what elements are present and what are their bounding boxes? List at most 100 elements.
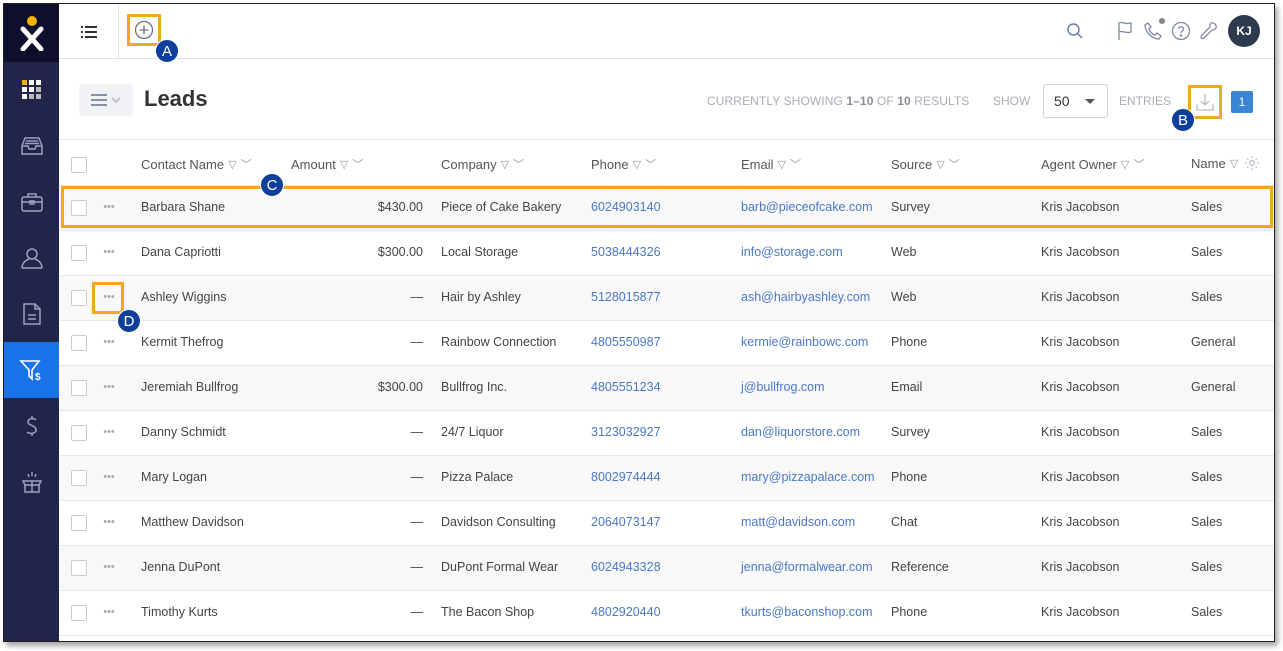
select-all-checkbox[interactable] xyxy=(71,157,87,173)
cell-email[interactable]: jenna@formalwear.com xyxy=(741,560,873,574)
cell-email[interactable]: kermie@rainbowc.com xyxy=(741,335,868,349)
chevron-down-icon[interactable]: ﹀ xyxy=(241,156,252,172)
column-settings-button[interactable] xyxy=(1244,155,1260,176)
column-header-name[interactable]: Name ▽ xyxy=(1191,156,1238,171)
row-more-actions-icon[interactable]: ••• xyxy=(100,380,118,394)
row-more-actions-icon[interactable]: ••• xyxy=(100,560,118,574)
sidebar-item-leads[interactable]: $ xyxy=(4,342,59,398)
filter-icon[interactable]: ▽ xyxy=(936,158,944,171)
cell-phone[interactable]: 6024903140 xyxy=(591,200,661,214)
column-header-amount[interactable]: Amount ▽ ﹀ xyxy=(291,156,363,172)
sidebar-item-whats-new[interactable] xyxy=(4,454,59,510)
filter-icon[interactable]: ▽ xyxy=(1121,158,1129,171)
chevron-down-icon[interactable]: ﹀ xyxy=(645,156,656,172)
filter-icon[interactable]: ▽ xyxy=(778,158,786,171)
row-checkbox[interactable] xyxy=(71,200,87,216)
page-number-button[interactable]: 1 xyxy=(1231,91,1253,113)
column-header-phone[interactable]: Phone ▽ ﹀ xyxy=(591,156,656,172)
sidebar-item-apps[interactable] xyxy=(4,62,59,118)
dollar-icon xyxy=(25,416,37,436)
row-more-actions-icon[interactable]: ••• xyxy=(100,335,118,349)
row-more-actions-icon[interactable]: ••• xyxy=(100,425,118,439)
cell-email[interactable]: tkurts@baconshop.com xyxy=(741,605,873,619)
cell-email[interactable]: dan@liquorstore.com xyxy=(741,425,860,439)
table-row[interactable]: ••• Barbara Shane $430.00 Piece of Cake Bak… xyxy=(59,186,1274,231)
user-avatar[interactable]: KJ xyxy=(1228,15,1260,47)
column-header-agent-owner[interactable]: Agent Owner ▽ ﹀ xyxy=(1041,156,1144,172)
row-checkbox[interactable] xyxy=(71,560,87,576)
row-checkbox[interactable] xyxy=(71,245,87,261)
cell-phone[interactable]: 4802920440 xyxy=(591,605,661,619)
row-checkbox[interactable] xyxy=(71,335,87,351)
sidebar-item-inbox[interactable] xyxy=(4,118,59,174)
chevron-down-icon[interactable]: ﹀ xyxy=(949,156,960,172)
chevron-down-icon[interactable]: ﹀ xyxy=(790,156,801,172)
cell-phone[interactable]: 2064073147 xyxy=(591,515,661,529)
sidebar-item-documents[interactable] xyxy=(4,286,59,342)
table-row[interactable]: ••• Danny Schmidt — 24/7 Liquor 3123032927 da… xyxy=(59,411,1274,456)
table-row[interactable]: ••• Timothy Kurts — The Bacon Shop 480292044… xyxy=(59,591,1274,636)
cell-email[interactable]: info@storage.com xyxy=(741,245,843,259)
column-header-company[interactable]: Company ▽ ﹀ xyxy=(441,156,524,172)
cell-email[interactable]: j@bullfrog.com xyxy=(741,380,825,394)
table-row[interactable]: ••• Matthew Davidson — Davidson Consulting 2… xyxy=(59,501,1274,546)
row-checkbox[interactable] xyxy=(71,380,87,396)
chevron-down-icon[interactable]: ﹀ xyxy=(352,156,363,172)
chevron-down-icon[interactable]: ﹀ xyxy=(513,156,524,172)
list-view-button[interactable] xyxy=(59,4,119,59)
row-more-actions-icon[interactable]: ••• xyxy=(100,515,118,529)
cell-phone[interactable]: 5128015877 xyxy=(591,290,661,304)
table-row[interactable]: ••• Kermit Thefrog — Rainbow Connection 4805… xyxy=(59,321,1274,366)
add-tab-button[interactable] xyxy=(127,14,161,46)
row-more-actions-icon[interactable]: ••• xyxy=(100,290,118,304)
chevron-down-icon[interactable]: ﹀ xyxy=(1133,156,1144,172)
cell-phone[interactable]: 4805551234 xyxy=(591,380,661,394)
entries-per-page-select[interactable]: 50 xyxy=(1043,84,1108,118)
row-checkbox[interactable] xyxy=(71,470,87,486)
table-row[interactable]: ••• Dana Capriotti $300.00 Local Storage 503… xyxy=(59,231,1274,276)
filter-icon[interactable]: ▽ xyxy=(501,158,509,171)
row-more-actions-icon[interactable]: ••• xyxy=(100,245,118,259)
flag-button[interactable] xyxy=(1112,18,1138,44)
phone-button[interactable] xyxy=(1140,18,1166,44)
table-row[interactable]: ••• Jeremiah Bullfrog $300.00 Bullfrog Inc.… xyxy=(59,366,1274,411)
row-more-actions-icon[interactable]: ••• xyxy=(100,200,118,214)
column-header-email[interactable]: Email ▽ ﹀ xyxy=(741,156,801,172)
column-header-source[interactable]: Source ▽ ﹀ xyxy=(891,156,960,172)
cell-phone[interactable]: 5038444326 xyxy=(591,245,661,259)
row-checkbox[interactable] xyxy=(71,605,87,621)
cell-name: Sales xyxy=(1191,605,1223,619)
view-menu-button[interactable] xyxy=(79,84,133,116)
sidebar-item-contacts[interactable] xyxy=(4,230,59,286)
cell-email[interactable]: mary@pizzapalace.com xyxy=(741,470,875,484)
search-button[interactable] xyxy=(1062,18,1088,44)
sidebar-item-billing[interactable] xyxy=(4,398,59,454)
help-button[interactable] xyxy=(1168,18,1194,44)
cell-agent-owner: Kris Jacobson xyxy=(1041,515,1120,529)
cell-amount: $430.00 xyxy=(377,200,423,214)
cell-phone[interactable]: 8002974444 xyxy=(591,470,661,484)
cell-email[interactable]: barb@pieceofcake.com xyxy=(741,200,873,214)
sidebar-item-briefcase[interactable] xyxy=(4,174,59,230)
filter-icon[interactable]: ▽ xyxy=(1230,157,1238,170)
filter-icon[interactable]: ▽ xyxy=(340,158,348,171)
table-row[interactable]: ••• Jenna DuPont — DuPont Formal Wear 602494… xyxy=(59,546,1274,591)
filter-icon[interactable]: ▽ xyxy=(228,158,236,171)
row-checkbox[interactable] xyxy=(71,425,87,441)
settings-button[interactable] xyxy=(1196,18,1222,44)
cell-company: Bullfrog Inc. xyxy=(441,380,508,394)
cell-phone[interactable]: 6024943328 xyxy=(591,560,661,574)
cell-email[interactable]: ash@hairbyashley.com xyxy=(741,290,870,304)
logo[interactable] xyxy=(4,4,59,62)
column-header-contact-name[interactable]: Contact Name ▽ ﹀ xyxy=(141,156,252,172)
table-row[interactable]: ••• Mary Logan — Pizza Palace 8002974444 mary… xyxy=(59,456,1274,501)
row-more-actions-icon[interactable]: ••• xyxy=(100,605,118,619)
cell-phone[interactable]: 4805550987 xyxy=(591,335,661,349)
row-checkbox[interactable] xyxy=(71,290,87,306)
filter-icon[interactable]: ▽ xyxy=(633,158,641,171)
cell-phone[interactable]: 3123032927 xyxy=(591,425,661,439)
row-checkbox[interactable] xyxy=(71,515,87,531)
row-more-actions-icon[interactable]: ••• xyxy=(100,470,118,484)
cell-email[interactable]: matt@davidson.com xyxy=(741,515,855,529)
table-row[interactable]: ••• Ashley Wiggins — Hair by Ashley 51280158… xyxy=(59,276,1274,321)
